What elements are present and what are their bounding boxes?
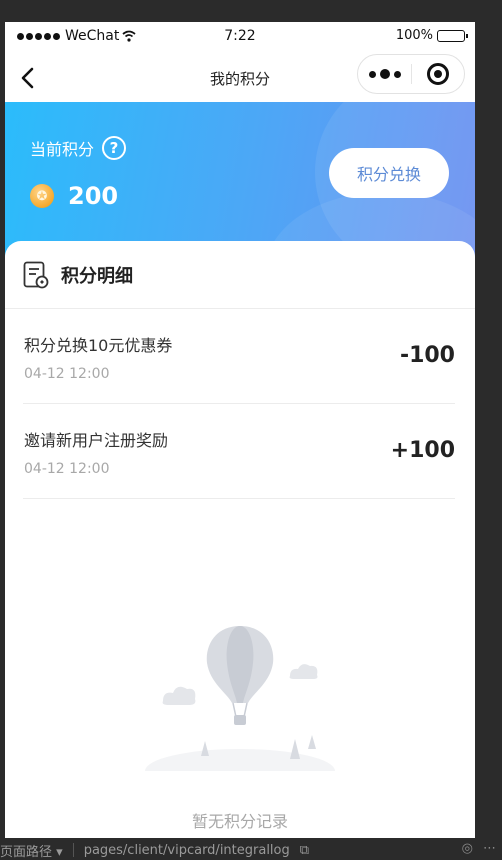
points-label: 当前积分 (30, 140, 95, 159)
record-time: 04-12 12:00 (24, 366, 110, 382)
copy-icon[interactable]: ⧉ (300, 843, 309, 858)
nav-bar: 我的积分 (5, 54, 475, 102)
more-icon[interactable]: ⋯ (483, 841, 496, 856)
record-name: 积分兑换10元优惠券 (24, 336, 173, 355)
help-icon[interactable]: ? (102, 136, 127, 160)
close-target-icon[interactable] (412, 63, 464, 85)
battery-icon (437, 29, 468, 42)
coin-icon: ✪ (30, 184, 54, 208)
points-label-row: 当前积分 ? (30, 136, 127, 160)
battery-status: 100% (395, 28, 468, 43)
empty-state-text: 暂无积分记录 (191, 812, 288, 831)
balloon-illustration (145, 626, 335, 771)
record-item: 积分兑换10元优惠券 04-12 12:00 -100 (23, 309, 455, 404)
devtools-actions: ◎ ⋯ (462, 841, 496, 856)
points-value: 200 (68, 182, 119, 210)
points-banner: 当前积分 ? ✪ 200 积分兑换 (5, 102, 475, 262)
page-path: pages/client/vipcard/integrallog (83, 842, 290, 858)
detail-title: 积分明细 (61, 265, 133, 287)
points-detail-card: 积分明细 积分兑换10元优惠券 04-12 12:00 -100 邀请新用户注册… (5, 241, 475, 838)
points-value-row: ✪ 200 (30, 182, 118, 210)
status-bar: WeChat 7:22 100% (5, 22, 475, 54)
detail-header: 积分明细 (5, 241, 475, 309)
menu-capsule (357, 54, 465, 94)
battery-percent: 100% (395, 28, 433, 43)
devtools-divider (72, 843, 74, 857)
redeem-button[interactable]: 积分兑换 (329, 148, 449, 198)
path-label[interactable]: 页面路径 ▾ (0, 841, 63, 860)
record-time: 04-12 12:00 (24, 461, 110, 477)
eye-icon[interactable]: ◎ (462, 841, 473, 856)
record-amount: +100 (390, 438, 455, 463)
record-name: 邀请新用户注册奖励 (24, 431, 169, 450)
record-item: 邀请新用户注册奖励 04-12 12:00 +100 (23, 404, 455, 499)
more-dots-icon[interactable] (358, 69, 411, 79)
phone-screen: WeChat 7:22 100% 我的积分 当前积分 ? ✪ 200 积分兑换 … (5, 22, 475, 838)
devtools-bar: 页面路径 ▾ pages/client/vipcard/integrallog … (0, 840, 502, 860)
record-amount: -100 (399, 343, 455, 368)
list-detail-icon (23, 261, 49, 288)
